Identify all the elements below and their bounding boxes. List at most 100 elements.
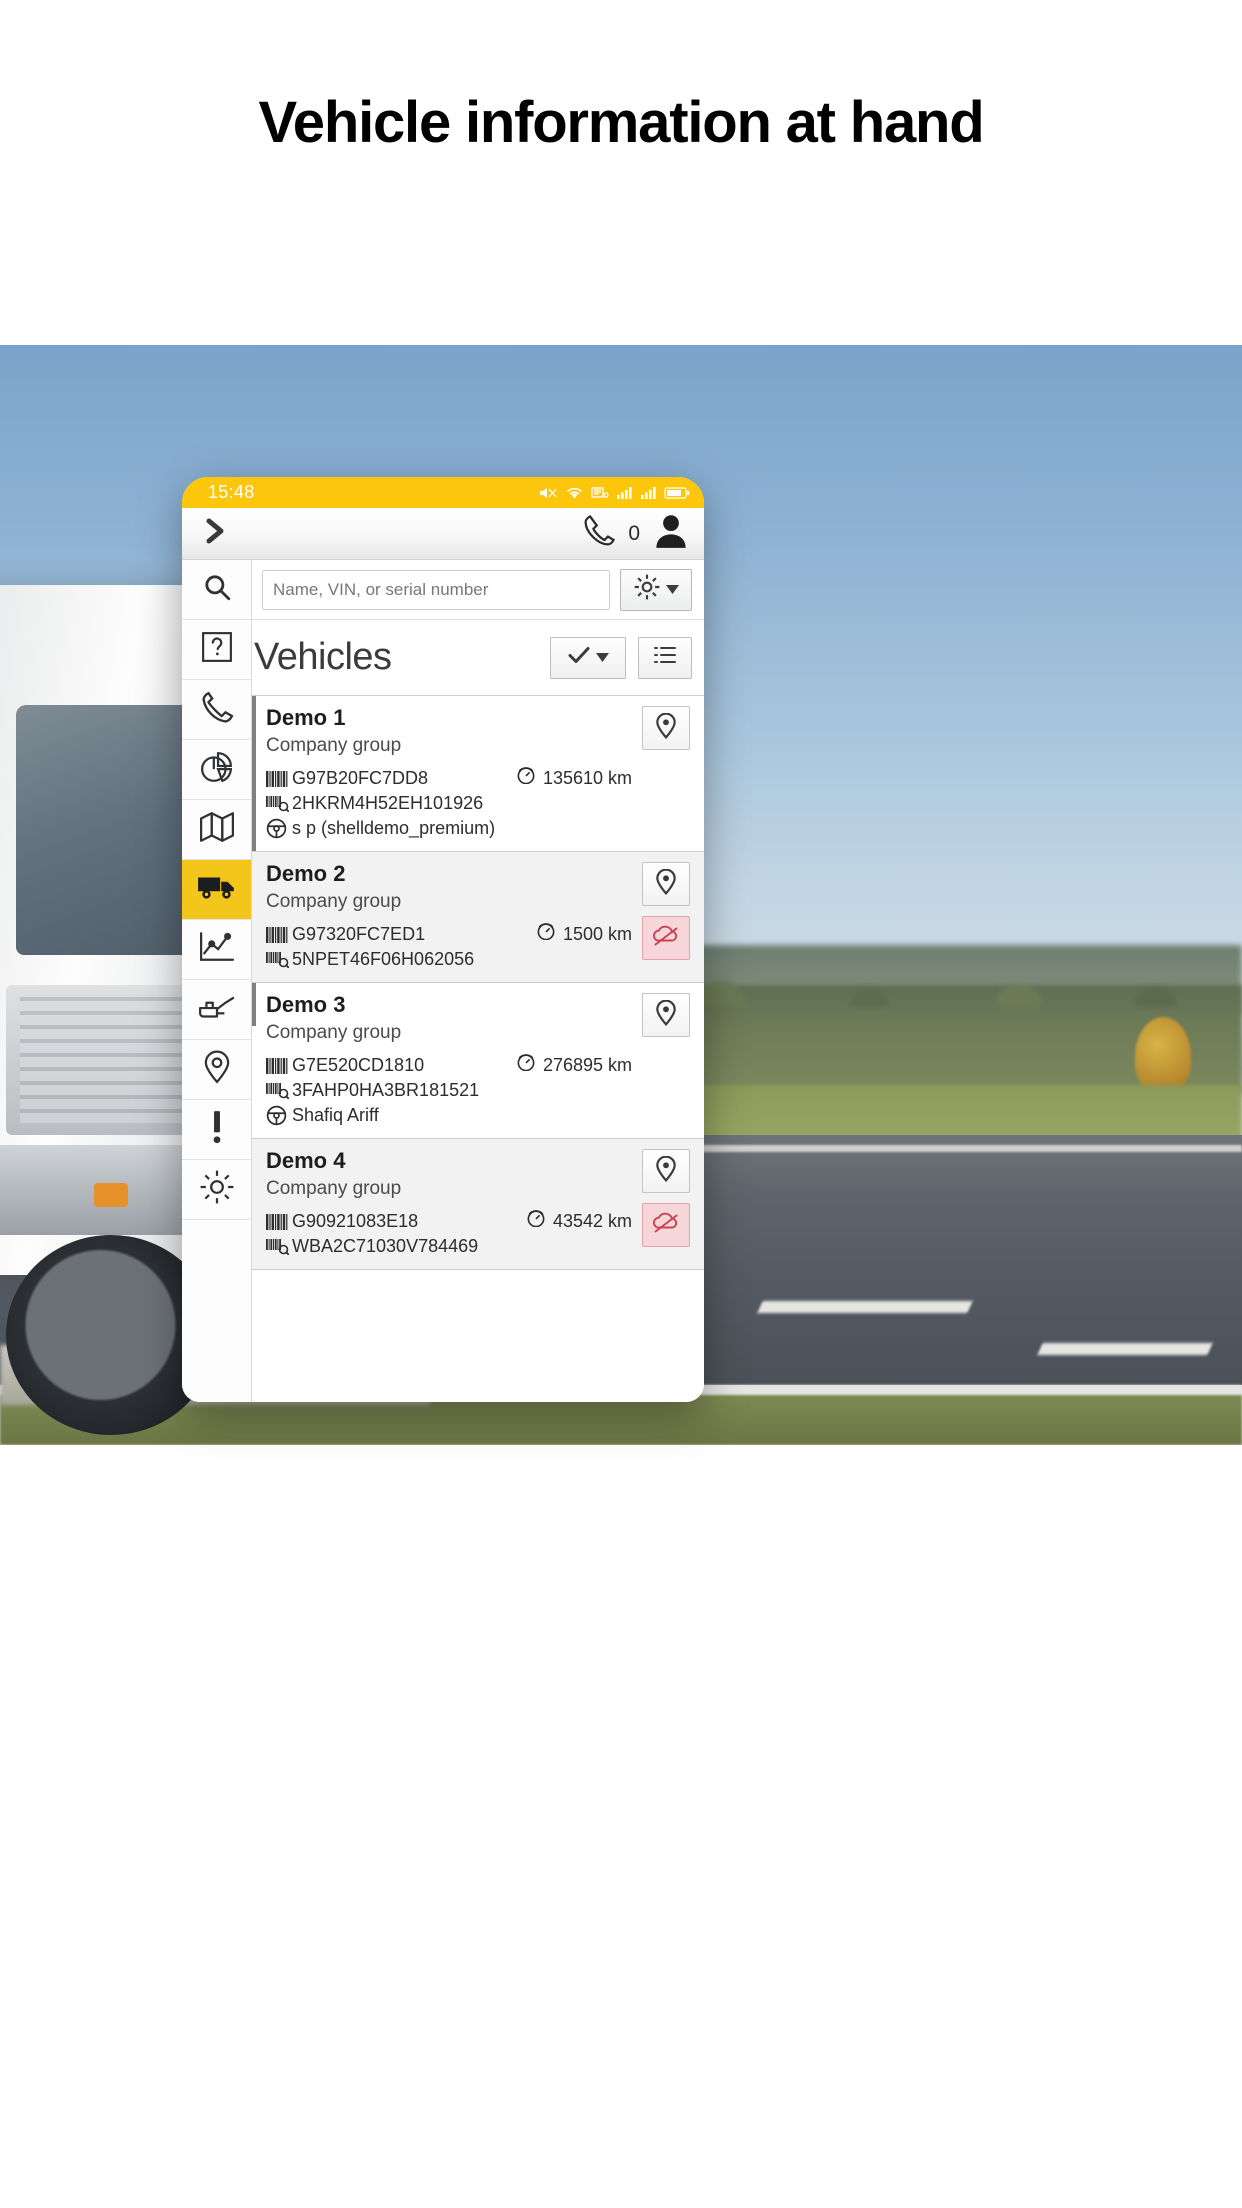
vehicle-row-main: Demo 3 Company group G7E520CD1810 276895 km… <box>266 991 638 1128</box>
steering-wheel-icon <box>266 818 292 839</box>
vehicle-odometer-group: 1500 km <box>535 922 638 947</box>
vehicle-odometer: 1500 km <box>562 924 632 944</box>
select-mode-button[interactable] <box>550 636 626 679</box>
vehicle-name: Demo 4 <box>266 1148 346 1173</box>
no-connection-status-button[interactable] <box>642 1203 690 1247</box>
vin-plate-icon <box>266 795 292 812</box>
barcode-icon <box>266 1057 292 1074</box>
content-column: Vehicles <box>252 560 704 1402</box>
search-icon <box>202 572 232 607</box>
vehicle-driver: Shafiq Ariff <box>292 1105 379 1125</box>
vehicle-vin-line: 5NPET46F06H062056 <box>266 947 638 972</box>
vehicle-driver-line: Shafiq Ariff <box>266 1103 638 1128</box>
map-icon <box>199 811 235 848</box>
barcode-icon <box>266 926 292 943</box>
page-title: Vehicle information at hand <box>258 90 985 155</box>
locate-vehicle-button[interactable] <box>642 706 690 750</box>
vehicle-odometer-group: 135610 km <box>515 766 638 791</box>
vehicle-row[interactable]: Demo 4 Company group G90921083E18 43542 km W… <box>252 1139 704 1270</box>
vehicle-details: G97320FC7ED1 1500 km 5NPET46F06H062056 <box>266 922 638 972</box>
sidebar-item-reports[interactable] <box>182 740 251 800</box>
line-chart-icon <box>199 931 235 968</box>
signal-2-icon <box>641 487 656 499</box>
list-header-actions <box>550 636 692 679</box>
road-dash-marking <box>1037 1343 1213 1355</box>
locate-vehicle-button[interactable] <box>642 862 690 906</box>
status-icon-group <box>538 485 690 501</box>
sidebar-item-settings[interactable] <box>182 1160 251 1220</box>
vehicle-group: Company group <box>266 1022 402 1043</box>
locate-vehicle-button[interactable] <box>642 1149 690 1193</box>
chevron-right-icon[interactable] <box>202 515 228 552</box>
vehicle-serial-line: G90921083E18 43542 km <box>266 1209 638 1234</box>
map-pin-icon <box>655 1155 677 1187</box>
vehicle-row-main: Demo 2 Company group G97320FC7ED1 1500 km 5N… <box>266 860 638 972</box>
search-input[interactable] <box>262 569 610 610</box>
vehicle-details: G90921083E18 43542 km WBA2C71030V784469 <box>266 1209 638 1259</box>
page-heading: Vehicles <box>254 636 392 678</box>
barcode-icon <box>266 1213 292 1230</box>
vehicle-row-actions <box>638 704 694 841</box>
vin-plate-icon <box>266 1238 292 1255</box>
phone-icon[interactable] <box>580 512 618 555</box>
status-bar: 15:48 <box>182 477 704 508</box>
vehicle-row-main: Demo 4 Company group G90921083E18 43542 km W… <box>266 1147 638 1259</box>
signal-1-icon <box>617 487 632 499</box>
vehicle-name: Demo 2 <box>266 861 346 886</box>
vehicle-serial: G7E520CD1810 <box>292 1055 425 1075</box>
no-connection-icon <box>652 925 680 952</box>
gear-icon <box>633 573 661 606</box>
vehicle-details: G97B20FC7DD8 135610 km 2HKRM4H52EH101926 s … <box>266 766 638 841</box>
wifi-icon <box>566 487 583 499</box>
truck-icon <box>197 872 237 907</box>
view-toggle-button[interactable] <box>638 636 692 679</box>
vehicle-odometer-group: 43542 km <box>525 1209 638 1234</box>
vehicle-name: Demo 1 <box>266 705 346 730</box>
vehicle-row[interactable]: Demo 3 Company group G7E520CD1810 276895 km… <box>252 983 704 1139</box>
vehicle-list: Demo 1 Company group G97B20FC7DD8 135610 km… <box>252 696 704 1402</box>
vehicle-driver: s p (shelldemo_premium) <box>292 818 496 838</box>
vehicle-serial-line: G7E520CD1810 276895 km <box>266 1053 638 1078</box>
vin-plate-icon <box>266 1082 292 1099</box>
vehicle-driver-line: s p (shelldemo_premium) <box>266 816 638 841</box>
sidebar-item-alerts[interactable] <box>182 1100 251 1160</box>
user-avatar-icon[interactable] <box>654 513 688 554</box>
road-dash-marking <box>757 1301 973 1313</box>
vehicle-serial: G97B20FC7DD8 <box>292 768 429 788</box>
app-navbar: 0 <box>182 508 704 560</box>
vehicle-row[interactable]: Demo 1 Company group G97B20FC7DD8 135610 km… <box>252 696 704 852</box>
vehicle-row-main: Demo 1 Company group G97B20FC7DD8 135610 km… <box>266 704 638 841</box>
phone-body: Vehicles <box>182 560 704 1402</box>
sidebar-item-locations[interactable] <box>182 1040 251 1100</box>
vehicle-list-wrap: Demo 1 Company group G97B20FC7DD8 135610 km… <box>252 696 704 1402</box>
vehicle-vin-line: 2HKRM4H52EH101926 <box>266 791 638 816</box>
vehicle-row[interactable]: Demo 2 Company group G97320FC7ED1 1500 km 5N… <box>252 852 704 983</box>
caret-down-icon <box>666 581 679 599</box>
steering-wheel-icon <box>266 1105 292 1126</box>
sidebar-item-maintenance[interactable] <box>182 980 251 1040</box>
gear-icon <box>199 1169 235 1210</box>
vehicle-vin-line: WBA2C71030V784469 <box>266 1234 638 1259</box>
vehicle-vin: 2HKRM4H52EH101926 <box>292 793 484 813</box>
sidebar-item-search[interactable] <box>182 560 251 620</box>
vehicle-odometer: 43542 km <box>552 1211 632 1231</box>
no-connection-status-button[interactable] <box>642 916 690 960</box>
map-pin-icon <box>655 712 677 744</box>
sidebar-item-analytics[interactable] <box>182 920 251 980</box>
sidebar-item-help[interactable] <box>182 620 251 680</box>
search-settings-button[interactable] <box>620 568 692 611</box>
vehicle-group: Company group <box>266 891 402 912</box>
vehicle-details: G7E520CD1810 276895 km 3FAHP0HA3BR181521 Sh… <box>266 1053 638 1128</box>
network-icon <box>591 487 609 498</box>
locate-vehicle-button[interactable] <box>642 993 690 1037</box>
oil-can-icon <box>198 992 236 1027</box>
vehicle-name: Demo 3 <box>266 992 346 1017</box>
map-pin-icon <box>655 999 677 1031</box>
vehicle-serial-line: G97320FC7ED1 1500 km <box>266 922 638 947</box>
vehicle-serial: G97320FC7ED1 <box>292 924 426 944</box>
sidebar-item-map[interactable] <box>182 800 251 860</box>
sidebar-item-calls[interactable] <box>182 680 251 740</box>
sidebar-item-vehicles[interactable] <box>182 860 251 920</box>
vehicle-group: Company group <box>266 735 402 756</box>
